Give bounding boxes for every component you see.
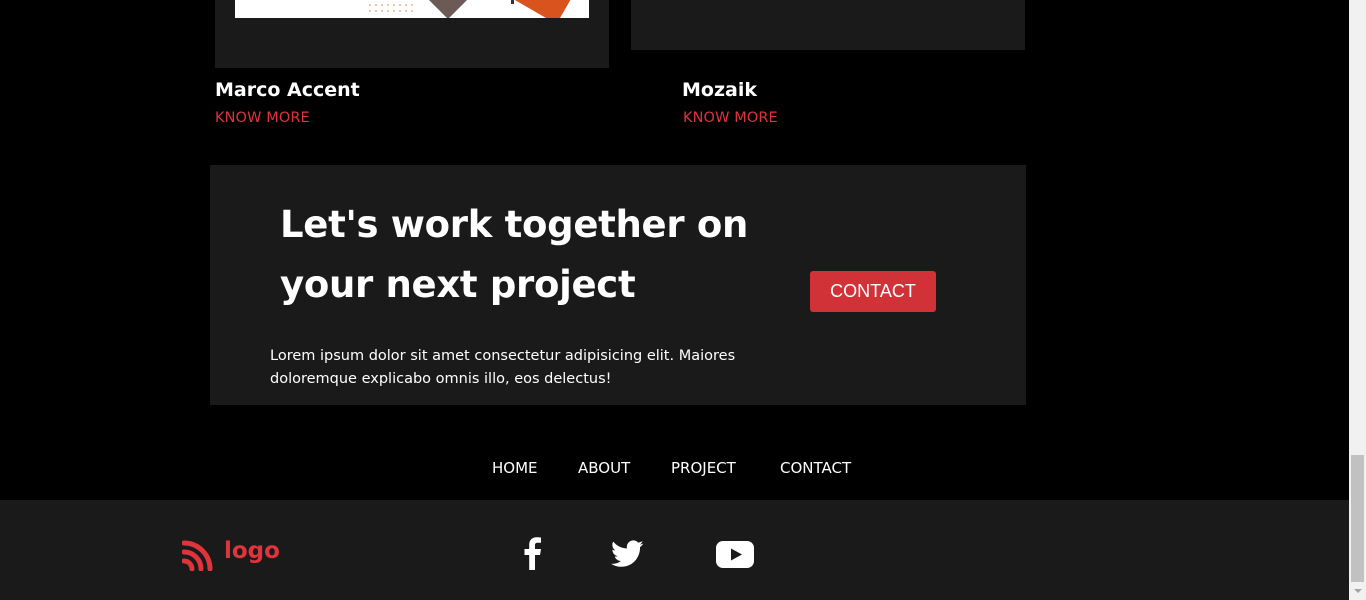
nav-link-home[interactable]: HOME xyxy=(492,456,538,480)
nav-link-about[interactable]: ABOUT xyxy=(578,456,630,480)
cta-description: Lorem ipsum dolor sit amet consectetur a… xyxy=(270,348,736,387)
logo-icon xyxy=(182,540,213,571)
cta-heading: Let's work together on your next project xyxy=(280,203,749,306)
cta-section: Let's work together on your next project… xyxy=(210,165,1026,405)
footer: logo xyxy=(0,500,1349,600)
project-title-mozaik: Mozaik xyxy=(682,79,757,101)
contact-button[interactable]: CONTACT xyxy=(810,271,936,312)
twitter-icon xyxy=(611,540,644,567)
youtube-link[interactable] xyxy=(716,541,754,572)
project-title-marco-accent: Marco Accent xyxy=(215,79,360,101)
dots-decoration xyxy=(367,2,417,14)
project-image-marco-accent[interactable] xyxy=(235,0,589,18)
vertical-scrollbar[interactable] xyxy=(1349,0,1366,600)
youtube-icon xyxy=(716,541,754,568)
facebook-link[interactable] xyxy=(522,537,542,574)
grey-cube-graphic xyxy=(423,0,473,18)
nav-link-project[interactable]: PROJECT xyxy=(671,456,736,480)
twitter-link[interactable] xyxy=(611,540,644,572)
know-more-link-mozaik[interactable]: KNOW MORE xyxy=(683,108,778,128)
logo[interactable]: logo xyxy=(182,537,280,571)
footer-nav: HOME ABOUT PROJECT CONTACT xyxy=(0,456,1349,480)
orange-cube-graphic xyxy=(511,0,579,18)
scrollbar-thumb[interactable] xyxy=(1351,455,1364,582)
facebook-icon xyxy=(524,537,541,570)
dark-mark-graphic xyxy=(511,0,514,4)
scroll-down-arrow-icon[interactable] xyxy=(1349,583,1366,600)
logo-text: logo xyxy=(224,538,280,564)
know-more-link-marco-accent[interactable]: KNOW MORE xyxy=(215,108,310,128)
nav-link-contact[interactable]: CONTACT xyxy=(780,456,851,480)
project-card-mozaik-image-frame[interactable] xyxy=(631,0,1025,50)
